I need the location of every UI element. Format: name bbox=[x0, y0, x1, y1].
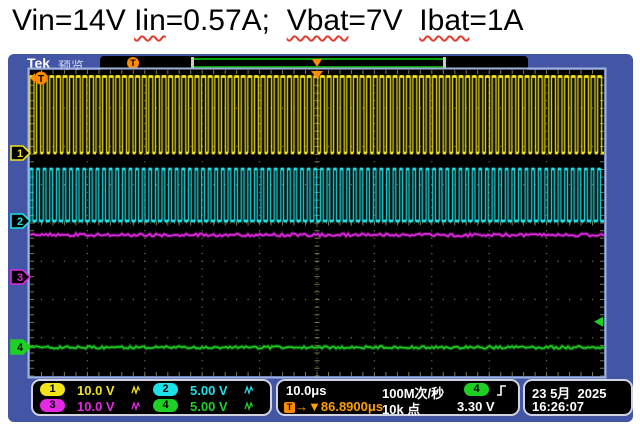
trigger-slope-icon bbox=[496, 384, 507, 396]
timebase-readout: 10.0μs bbox=[286, 383, 327, 398]
datetime-readout-box: 23 5月 2025 16:26:07 bbox=[523, 379, 633, 416]
ch4-scale: 5.00 V bbox=[190, 399, 228, 414]
channel-scale-readout-box: 1 10.0 V 2 5.00 V 3 10.0 V 4 5.00 V bbox=[31, 379, 272, 416]
svg-text:2: 2 bbox=[17, 216, 23, 228]
readout-row: 16:26:07 bbox=[525, 399, 631, 414]
svg-text:4: 4 bbox=[17, 342, 24, 354]
readout-row: 3 10.0 V 4 5.00 V bbox=[33, 399, 270, 414]
ch1-coupling-icon bbox=[131, 383, 142, 396]
ch4-trace bbox=[29, 343, 606, 352]
trigger-position-readout: T →▼86.8900μs bbox=[284, 399, 383, 414]
channel4-ground-marker: 4 bbox=[10, 339, 32, 355]
ch3-badge: 3 bbox=[40, 399, 65, 412]
ch1-badge: 1 bbox=[40, 383, 65, 396]
ch1-scale: 10.0 V bbox=[77, 383, 115, 398]
ch2-badge: 2 bbox=[153, 383, 178, 396]
waveform-display: 1 2 3 4 T bbox=[10, 67, 607, 379]
readout-row: 23 5月 2025 bbox=[525, 383, 631, 401]
readout-row: T →▼86.8900μs 10k 点 3.30 V bbox=[278, 399, 518, 417]
readout-row: 10.0μs 100M次/秒 4 bbox=[278, 383, 518, 401]
ch4-badge: 4 bbox=[153, 399, 178, 412]
channel3-ground-marker: 3 bbox=[10, 269, 32, 285]
ch2-trace bbox=[28, 167, 604, 223]
ch2-scale: 5.00 V bbox=[190, 383, 228, 398]
svg-text:1: 1 bbox=[17, 148, 23, 160]
document-page: Vin=14V Iin=0.57A; Vbat=7V Ibat=1A Tek 预… bbox=[0, 0, 640, 436]
ch1-trace bbox=[28, 75, 604, 155]
ch3-coupling-icon bbox=[131, 399, 142, 412]
ch4-coupling-icon bbox=[244, 399, 255, 412]
time-readout: 16:26:07 bbox=[532, 399, 585, 414]
ch3-trace bbox=[29, 230, 606, 240]
channel2-ground-marker: 2 bbox=[10, 213, 32, 229]
svg-text:T: T bbox=[38, 74, 44, 85]
trigger-t-icon: T bbox=[284, 402, 295, 413]
svg-text:3: 3 bbox=[17, 272, 23, 284]
record-length-readout: 10k 点 bbox=[382, 402, 421, 417]
channel1-ground-marker: 1 bbox=[10, 145, 32, 161]
horizontal-trigger-readout-box: 10.0μs 100M次/秒 4 T →▼86.8900μs 10k 点 3.30… bbox=[276, 379, 520, 417]
ch2-coupling-icon bbox=[244, 383, 255, 396]
readout-row: 1 10.0 V 2 5.00 V bbox=[33, 383, 270, 398]
trigger-level-readout: 3.30 V bbox=[457, 399, 495, 414]
ch3-scale: 10.0 V bbox=[77, 399, 115, 414]
trigger-source-badge: 4 bbox=[464, 383, 489, 396]
